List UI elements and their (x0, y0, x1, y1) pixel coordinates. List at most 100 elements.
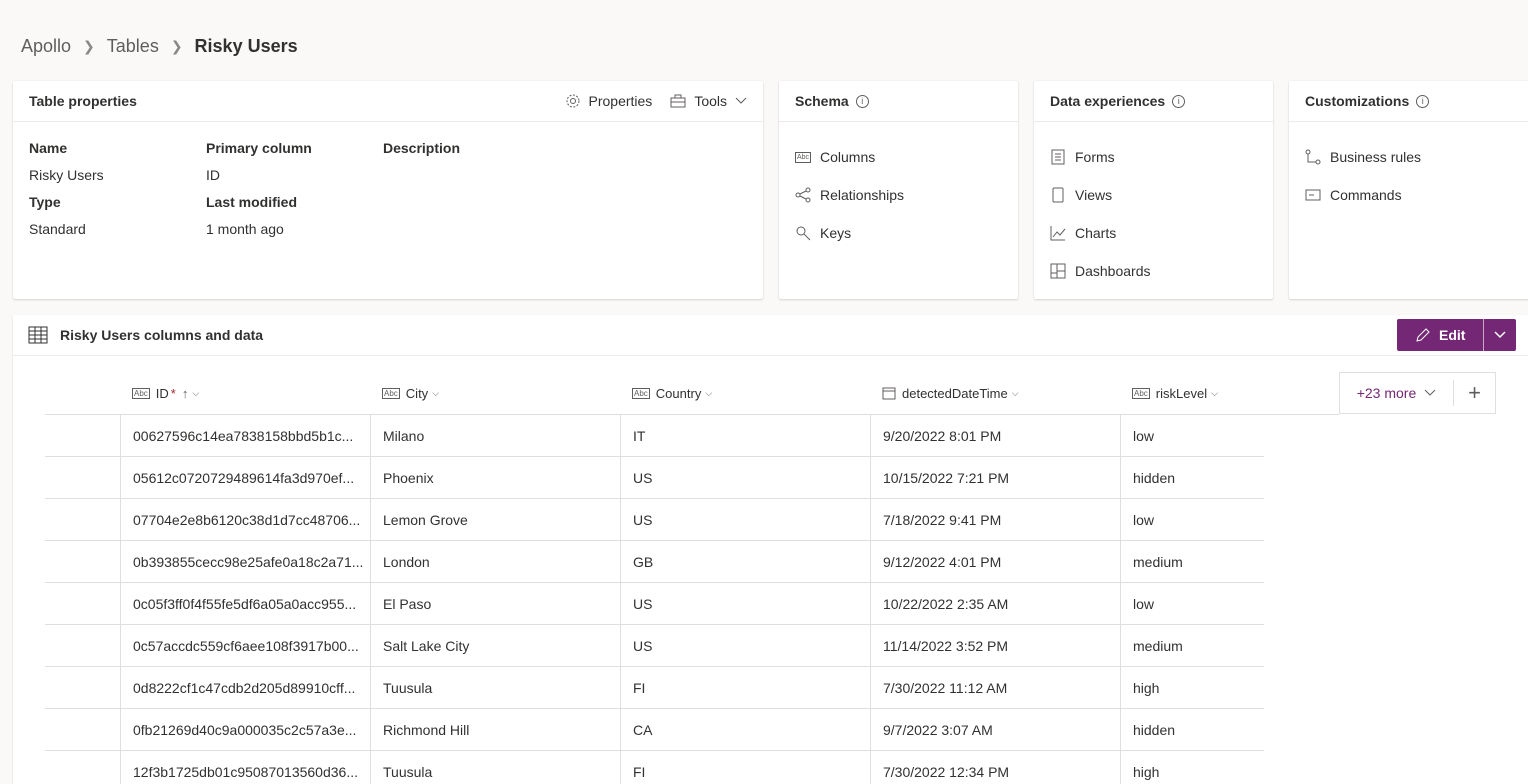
cell-id[interactable]: 0c05f3ff0f4f55fe5df6a05a0acc955... (120, 583, 370, 624)
data-exp-item-views[interactable]: Views (1050, 176, 1257, 214)
cell-id[interactable]: 00627596c14ea7838158bbd5b1c... (120, 415, 370, 456)
data-exp-item-charts[interactable]: Charts (1050, 214, 1257, 252)
cell-city[interactable]: Tuusula (370, 667, 620, 708)
info-icon[interactable]: i (1172, 94, 1186, 108)
cell-city[interactable]: Salt Lake City (370, 625, 620, 666)
cell-detected-date-time[interactable]: 7/18/2022 9:41 PM (870, 499, 1120, 540)
data-exp-item-dashboards[interactable]: Dashboards (1050, 252, 1257, 290)
form-icon (1050, 149, 1066, 165)
table-row[interactable]: 07704e2e8b6120c38d1d7cc48706... Lemon Gro… (45, 499, 1264, 541)
cell-risk-level[interactable]: medium (1120, 541, 1339, 582)
primary-column-value: ID (206, 167, 220, 183)
table-row[interactable]: 12f3b1725db01c95087013560d36... Tuusula FI… (45, 751, 1264, 784)
cell-country[interactable]: FI (620, 751, 870, 784)
table-row[interactable]: 00627596c14ea7838158bbd5b1c... Milano IT 9/… (45, 415, 1264, 457)
cell-risk-level[interactable]: low (1120, 415, 1339, 456)
info-icon[interactable]: i (855, 94, 869, 108)
table-properties-card: Table properties Properties Tools Name R… (13, 81, 763, 299)
chevron-down-icon: ⌵ (1011, 387, 1019, 398)
type-value: Standard (29, 221, 86, 237)
cell-detected-date-time[interactable]: 10/15/2022 7:21 PM (870, 457, 1120, 498)
cell-city[interactable]: Lemon Grove (370, 499, 620, 540)
more-columns-box: +23 more + (1339, 372, 1496, 414)
breadcrumb-apollo[interactable]: Apollo (21, 36, 71, 57)
cell-risk-level[interactable]: high (1120, 751, 1339, 784)
cell-id[interactable]: 05612c0720729489614fa3d970ef... (120, 457, 370, 498)
cell-id[interactable]: 0b393855cecc98e25afe0a18c2a71... (120, 541, 370, 582)
cell-city[interactable]: Phoenix (370, 457, 620, 498)
cell-id[interactable]: 07704e2e8b6120c38d1d7cc48706... (120, 499, 370, 540)
cell-detected-date-time[interactable]: 11/14/2022 3:52 PM (870, 625, 1120, 666)
cell-country[interactable]: US (620, 499, 870, 540)
cell-country[interactable]: IT (620, 415, 870, 456)
info-icon[interactable]: i (1416, 94, 1430, 108)
more-columns-button[interactable]: +23 more (1340, 380, 1454, 406)
cell-city[interactable]: Tuusula (370, 751, 620, 784)
grid-header-row: Abc ID * ↑ ⌵ Abc City ⌵ Abc Country ⌵ de… (45, 372, 1339, 415)
toolbox-icon (670, 94, 686, 108)
table-row[interactable]: 0d8222cf1c47cdb2d205d89910cff... Tuusula F… (45, 667, 1264, 709)
cell-detected-date-time[interactable]: 7/30/2022 12:34 PM (870, 751, 1120, 784)
cell-country[interactable]: FI (620, 667, 870, 708)
column-header-id[interactable]: Abc ID * ↑ ⌵ (120, 372, 370, 414)
cell-detected-date-time[interactable]: 9/12/2022 4:01 PM (870, 541, 1120, 582)
edit-button[interactable]: Edit (1397, 319, 1484, 351)
table-row[interactable]: 0c05f3ff0f4f55fe5df6a05a0acc955... El Pas… (45, 583, 1264, 625)
custom-item-commands[interactable]: Commands (1305, 176, 1523, 214)
text-column-icon: Abc (794, 151, 812, 163)
cell-detected-date-time[interactable]: 9/7/2022 3:07 AM (870, 709, 1120, 750)
cell-id[interactable]: 12f3b1725db01c95087013560d36... (120, 751, 370, 784)
cell-city[interactable]: London (370, 541, 620, 582)
cell-city[interactable]: Richmond Hill (370, 709, 620, 750)
cell-city[interactable]: El Paso (370, 583, 620, 624)
column-header-city[interactable]: Abc City ⌵ (370, 372, 620, 414)
dashboard-icon (1050, 263, 1066, 279)
cell-detected-date-time[interactable]: 7/30/2022 11:12 AM (870, 667, 1120, 708)
cell-risk-level[interactable]: low (1120, 583, 1339, 624)
cell-city[interactable]: Milano (370, 415, 620, 456)
table-row[interactable]: 05612c0720729489614fa3d970ef... Phoenix US… (45, 457, 1264, 499)
properties-button[interactable]: Properties (565, 93, 652, 109)
cell-detected-date-time[interactable]: 9/20/2022 8:01 PM (870, 415, 1120, 456)
cell-risk-level[interactable]: hidden (1120, 709, 1339, 750)
cell-country[interactable]: US (620, 583, 870, 624)
business-rules-icon (1305, 149, 1321, 165)
schema-item-columns[interactable]: Abc Columns (794, 138, 1002, 176)
cell-risk-level[interactable]: medium (1120, 625, 1339, 666)
chevron-down-icon (735, 97, 747, 104)
add-column-button[interactable]: + (1454, 380, 1495, 406)
cell-id[interactable]: 0c57accdc559cf6aee108f3917b00... (120, 625, 370, 666)
chevron-right-icon: ❯ (170, 38, 183, 54)
customizations-card: Customizations i Business rules Commands (1289, 81, 1528, 299)
breadcrumb: Apollo ❯ Tables ❯ Risky Users (21, 36, 298, 57)
chevron-down-icon: ⌵ (1211, 387, 1218, 398)
cell-country[interactable]: CA (620, 709, 870, 750)
schema-item-keys[interactable]: Keys (795, 214, 1002, 252)
cell-id[interactable]: 0d8222cf1c47cdb2d205d89910cff... (120, 667, 370, 708)
custom-item-business-rules[interactable]: Business rules (1305, 138, 1523, 176)
column-header-country[interactable]: Abc Country ⌵ (620, 372, 870, 414)
data-exp-item-forms[interactable]: Forms (1050, 138, 1257, 176)
gear-icon (566, 94, 579, 108)
cell-risk-level[interactable]: hidden (1120, 457, 1339, 498)
column-header-risk-level[interactable]: Abc riskLevel ⌵ (1120, 372, 1339, 414)
table-row[interactable]: 0c57accdc559cf6aee108f3917b00... Salt Lak… (45, 625, 1264, 667)
cell-country[interactable]: US (620, 457, 870, 498)
cell-country[interactable]: GB (620, 541, 870, 582)
table-row[interactable]: 0fb21269d40c9a000035c2c57a3e... Richmond … (45, 709, 1264, 751)
data-panel-title: Risky Users columns and data (60, 327, 264, 343)
cell-detected-date-time[interactable]: 10/22/2022 2:35 AM (870, 583, 1120, 624)
breadcrumb-tables[interactable]: Tables (107, 36, 159, 57)
edit-dropdown-button[interactable] (1484, 331, 1516, 339)
cell-risk-level[interactable]: high (1120, 667, 1339, 708)
cell-id[interactable]: 0fb21269d40c9a000035c2c57a3e... (120, 709, 370, 750)
schema-title: Schema (795, 93, 849, 109)
line-chart-icon (1050, 225, 1066, 241)
column-header-detected-date-time[interactable]: detectedDateTime ⌵ (870, 372, 1120, 414)
table-row[interactable]: 0b393855cecc98e25afe0a18c2a71... London GB… (45, 541, 1264, 583)
tools-button[interactable]: Tools (670, 93, 747, 109)
name-label: Name (29, 140, 68, 156)
cell-risk-level[interactable]: low (1120, 499, 1339, 540)
schema-item-relationships[interactable]: Relationships (795, 176, 1002, 214)
cell-country[interactable]: US (620, 625, 870, 666)
